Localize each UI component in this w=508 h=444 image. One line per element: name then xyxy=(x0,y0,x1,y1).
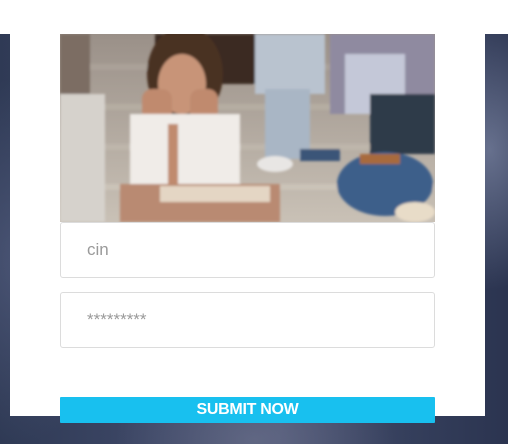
students-photo xyxy=(60,34,435,222)
submit-button[interactable]: SUBMIT NOW xyxy=(60,397,435,423)
username-field xyxy=(60,222,435,278)
top-bar xyxy=(0,0,508,34)
password-field xyxy=(60,292,435,348)
password-input[interactable] xyxy=(61,293,434,347)
username-input[interactable] xyxy=(61,223,434,277)
